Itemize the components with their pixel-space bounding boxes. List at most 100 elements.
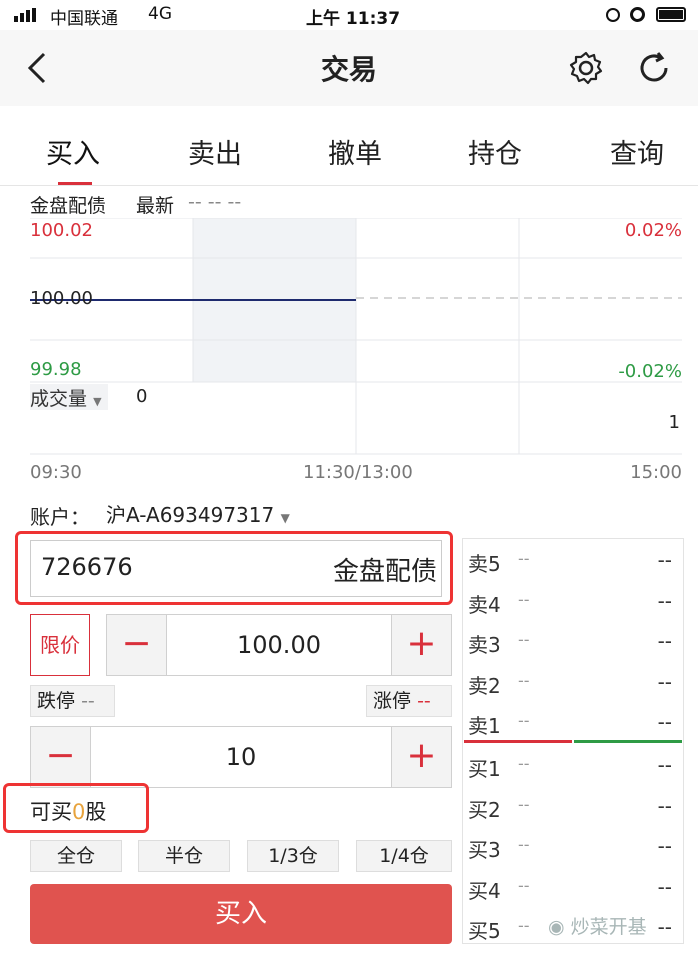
sell-volume: -- [657,548,672,572]
sell-label: 卖1 [468,714,501,739]
ask-divider [464,740,572,743]
price-plus-button[interactable]: + [391,615,451,675]
buy-volume: -- [657,753,672,777]
sell-row[interactable]: 卖3 -- -- [468,621,682,661]
sell-row[interactable]: 卖5 -- -- [468,540,682,580]
price-stepper: − 100.00 + [106,614,452,676]
buy-price: -- [518,835,530,855]
account-value: 沪A-A693497317 [106,503,275,527]
limit-down-label: 跌停 [37,690,76,712]
limit-down-value: -- [81,690,95,712]
watermark: ◉ 炒菜开基 [548,912,647,939]
buy-price: -- [518,754,530,773]
chart-grid [30,217,682,455]
buy-row[interactable]: 买3 -- -- [468,826,682,866]
sell-price: -- [518,630,530,650]
latest-value: -- -- -- [188,191,242,213]
sell-volume: -- [657,629,672,654]
limit-up: 涨停 -- [366,685,452,717]
sell-row[interactable]: 卖1 -- -- [468,702,682,742]
quantity-input[interactable]: 10 [91,727,391,787]
sell-volume: -- [657,588,672,613]
caret-down-icon: ▼ [93,395,102,408]
buyable-count: 0 [72,800,86,824]
quantity-stepper: − 10 + [30,726,452,788]
tab-holdings[interactable]: 持仓 [468,132,522,171]
buy-label: 买2 [468,797,501,822]
x-label-open: 09:30 [30,462,82,483]
sell-price: -- [518,549,530,568]
refresh-icon[interactable] [636,50,672,86]
battery-icon [656,7,686,22]
sell-row[interactable]: 卖4 -- -- [468,581,682,621]
sell-row[interactable]: 卖2 -- -- [468,662,682,702]
y-mid-label: 100.00 [30,288,93,309]
buy-label: 买3 [468,838,501,863]
position-quarter-button[interactable]: 1/4仓 [356,840,452,872]
trade-tabs: 买入 卖出 撤单 持仓 查询 [0,106,698,186]
tab-cancel[interactable]: 撤单 [328,132,382,171]
caret-down-icon: ▼ [280,511,290,525]
position-half-button[interactable]: 半仓 [138,840,230,872]
buy-label: 买5 [468,919,501,944]
stock-code: 726676 [41,553,133,581]
pct-top-label: 0.02% [624,220,682,241]
buy-label: 买1 [468,757,501,781]
position-full-button[interactable]: 全仓 [30,840,122,872]
buy-volume: -- [657,834,672,859]
price-input[interactable]: 100.00 [167,615,391,675]
bid-divider [574,740,682,743]
sell-price: -- [518,589,530,609]
sell-label: 卖3 [468,633,501,658]
buy-volume: -- [657,793,672,818]
clock: 上午 11:37 [306,9,401,29]
sell-volume: -- [657,710,672,735]
status-bar: 中国联通 4G 上午 11:37 [0,0,698,30]
carrier: 中国联通 [50,9,118,29]
x-label-close: 15:00 [630,462,682,483]
price-type-button[interactable]: 限价 [30,614,90,676]
buy-volume: -- [657,915,672,940]
buy-submit-button[interactable]: 买入 [30,884,452,944]
network-type: 4G [148,4,172,24]
chart-svg [30,217,682,455]
location-icon [606,8,620,22]
stock-input[interactable]: 726676 金盘配债 [30,540,442,597]
gear-icon[interactable] [568,50,604,86]
x-label-mid: 11:30/13:00 [303,462,413,483]
buy-label: 买4 [468,878,501,903]
buy-row[interactable]: 买1 -- -- [468,745,682,785]
position-third-button[interactable]: 1/3仓 [247,840,339,872]
sell-volume: -- [657,669,672,694]
wechat-icon: ◉ [548,916,565,938]
active-tab-indicator [58,182,92,185]
buy-row[interactable]: 买2 -- -- [468,786,682,826]
volume-selector[interactable]: 成交量 ▼ [30,384,108,410]
limit-up-label: 涨停 [373,690,412,712]
buy-price: -- [518,794,530,814]
tab-sell[interactable]: 卖出 [188,132,242,171]
watermark-text: 炒菜开基 [570,916,647,938]
tab-buy[interactable]: 买入 [46,132,100,171]
signal-icon [14,8,44,22]
sell-label: 卖2 [468,673,501,698]
buy-price: -- [518,875,530,895]
volume-value: 0 [136,386,148,407]
pct-bottom-label: -0.02% [618,361,682,382]
quote-name: 金盘配债 [30,195,107,217]
stock-name: 金盘配债 [332,557,437,587]
buy-price: -- [518,916,530,936]
alarm-icon [630,7,645,22]
buyable-text: 可买0股 [30,796,106,826]
tab-query[interactable]: 查询 [610,132,664,171]
buy-row[interactable]: 买4 -- -- [468,867,682,907]
quantity-minus-button[interactable]: − [31,727,91,787]
account-label: 账户： [30,505,90,529]
account-selector[interactable]: 沪A-A693497317 ▼ [106,499,290,528]
quantity-plus-button[interactable]: + [391,727,451,787]
price-minus-button[interactable]: − [107,615,167,675]
sell-label: 卖5 [468,552,501,576]
sell-price: -- [518,711,530,731]
intraday-chart [30,217,682,500]
limit-up-value: -- [417,690,431,712]
